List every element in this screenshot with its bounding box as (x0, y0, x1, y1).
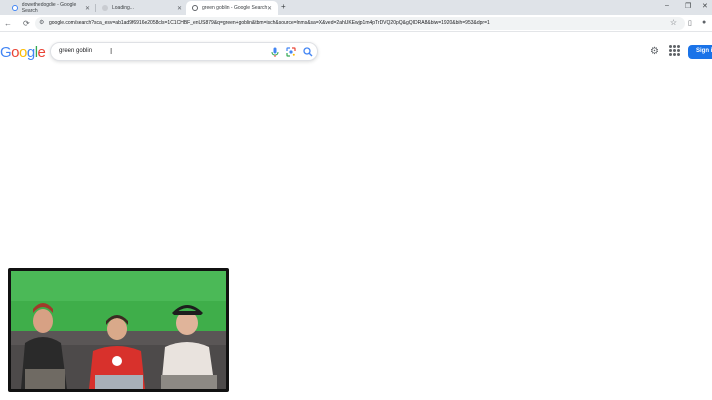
bookmark-star-icon[interactable]: ☆ (670, 18, 677, 27)
minimize-button[interactable]: – (665, 2, 669, 9)
mic-icon[interactable] (271, 47, 279, 57)
sign-in-button[interactable]: Sign in (688, 45, 712, 59)
camera-lens-icon[interactable] (286, 47, 296, 57)
reload-icon[interactable]: ⟳ (23, 19, 30, 28)
tab-green-goblin[interactable]: green goblin - Google Search ✕ (186, 1, 278, 15)
google-favicon-icon (192, 5, 198, 11)
logo-letter: o (19, 44, 27, 61)
tab-label: dowethedogdie - Google Search (21, 2, 77, 14)
restore-button[interactable]: ❐ (685, 2, 691, 10)
toolbar: ← ⟳ ⚙ google.com/search?sca_esv=ab1ad9f6… (0, 15, 712, 32)
text-cursor-icon: I (110, 47, 113, 56)
gear-icon[interactable]: ⚙ (650, 46, 659, 57)
side-panel-icon[interactable]: ▯ (688, 19, 692, 27)
tab-dowethedogdie[interactable]: dowethedogdie - Google Search ✕ (6, 1, 96, 15)
tab-strip: dowethedogdie - Google Search ✕ Loading.… (0, 0, 712, 15)
google-favicon-icon (12, 5, 18, 11)
apps-grid-icon[interactable] (669, 45, 680, 56)
logo-letter: G (0, 44, 12, 61)
google-logo[interactable]: Google (0, 44, 46, 61)
logo-letter: e (37, 44, 46, 61)
loading-favicon-icon (102, 5, 108, 11)
close-tab-icon[interactable]: ✕ (267, 5, 272, 12)
address-bar[interactable]: ⚙ google.com/search?sca_esv=ab1ad9f6916e… (35, 17, 685, 30)
webcam-overlay (8, 268, 229, 392)
url-text[interactable]: google.com/search?sca_esv=ab1ad9f6916e20… (49, 20, 659, 26)
close-tab-icon[interactable]: ✕ (177, 5, 182, 12)
close-tab-icon[interactable]: ✕ (85, 5, 90, 12)
back-icon[interactable]: ← (4, 19, 12, 28)
close-window-button[interactable]: ✕ (702, 2, 708, 10)
webcam-scene-image (11, 271, 226, 389)
logo-letter: o (11, 44, 20, 61)
search-input[interactable]: green goblin I (50, 42, 318, 61)
tab-label: green goblin - Google Search (202, 5, 268, 11)
search-query[interactable]: green goblin (59, 48, 92, 54)
new-tab-button[interactable]: + (281, 2, 286, 11)
tab-label: Loading... (112, 5, 134, 11)
search-icon[interactable] (303, 47, 313, 57)
logo-letter: g (26, 44, 35, 61)
site-info-icon[interactable]: ⚙ (39, 19, 44, 26)
profile-icon[interactable]: ● (702, 19, 706, 26)
tab-loading[interactable]: Loading... ✕ (96, 1, 188, 15)
